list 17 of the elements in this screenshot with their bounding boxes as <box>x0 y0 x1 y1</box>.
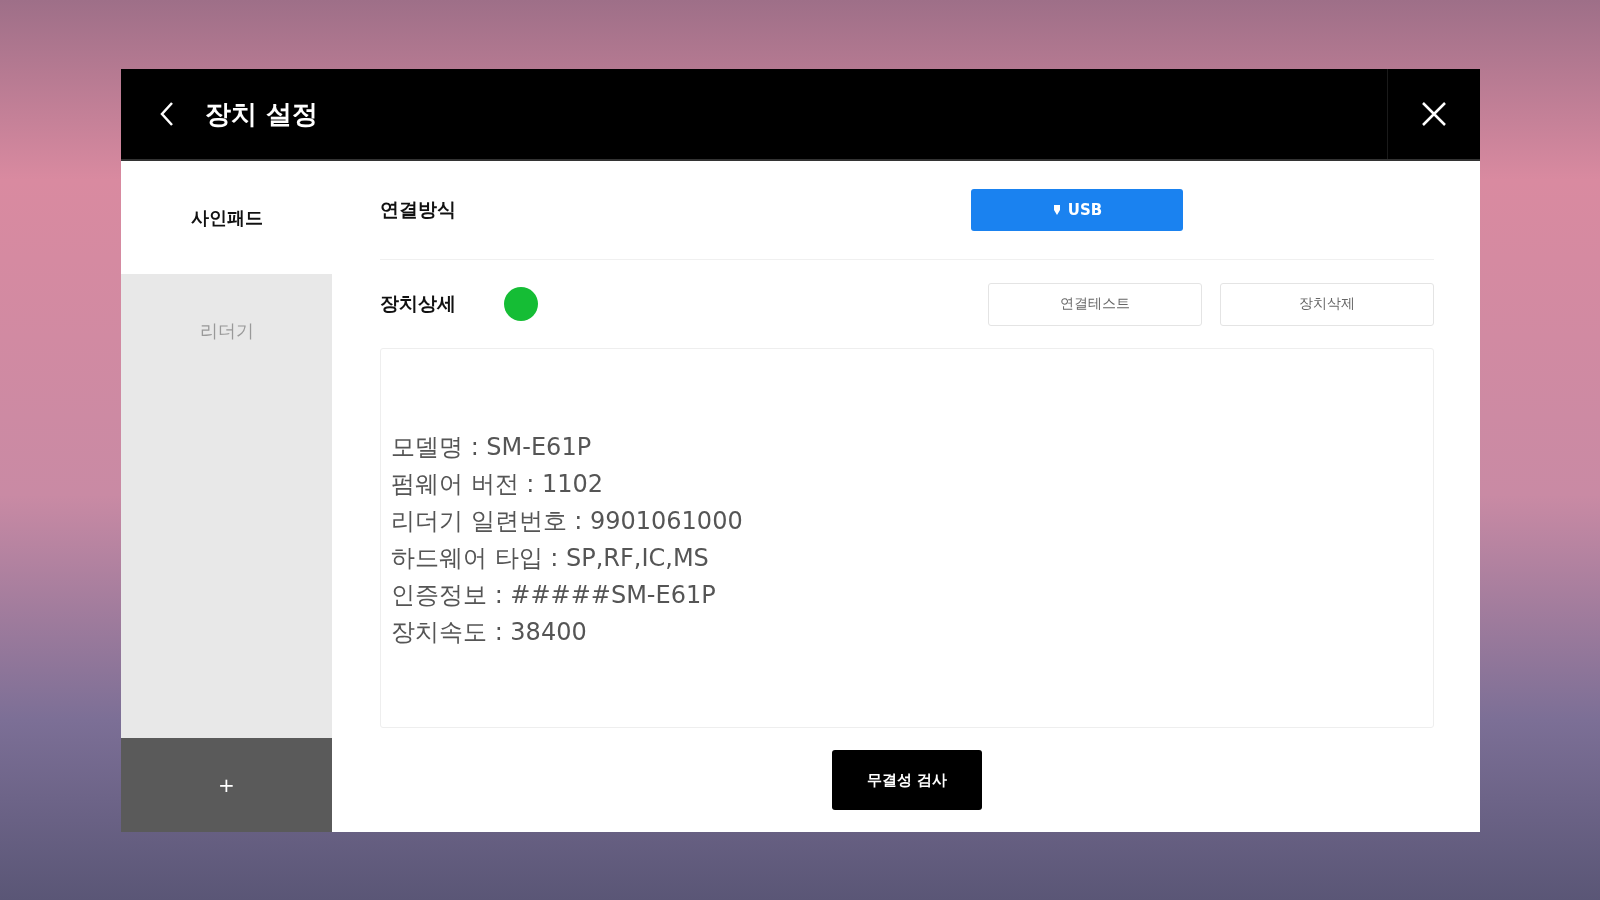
detail-line: 하드웨어 타입 : SP,RF,IC,MS <box>391 543 710 574</box>
detail-line: 인증정보 : #####SM-E61P <box>391 580 717 611</box>
detail-line: 리더기 일련번호 : 9901061000 <box>391 506 744 537</box>
usb-button[interactable]: USB <box>971 189 1183 231</box>
add-button[interactable]: + <box>121 738 332 832</box>
device-detail-label: 장치상세 <box>380 291 456 316</box>
detail-line: 모델명 : SM-E61P <box>391 432 593 463</box>
detail-line: 펌웨어 버전 : 1102 <box>391 469 605 500</box>
back-icon[interactable] <box>159 100 175 128</box>
integrity-check-button[interactable]: 무결성 검사 <box>832 750 982 810</box>
window-title: 장치 설정 <box>205 97 320 131</box>
connection-label: 연결방식 <box>380 197 457 222</box>
detail-line: 장치속도 : 38400 <box>391 617 588 648</box>
action-button[interactable]: 장치삭제 <box>1220 282 1434 326</box>
action-button[interactable]: 연결테스트 <box>988 282 1202 326</box>
close-icon <box>1421 101 1447 127</box>
sidebar-item[interactable]: 사인패드 <box>121 161 332 274</box>
